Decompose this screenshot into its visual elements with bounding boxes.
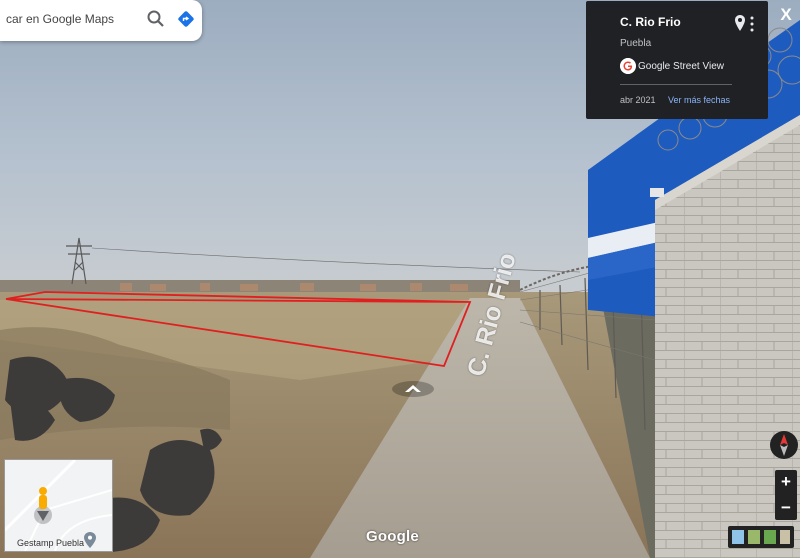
compass-icon[interactable] [769, 424, 799, 466]
minimap-place-label: Gestamp Puebla [17, 538, 85, 548]
divider [620, 84, 732, 85]
close-button[interactable]: X [776, 4, 796, 26]
capture-date: abr 2021 [620, 95, 656, 105]
directions-icon[interactable] [176, 9, 196, 29]
location-subtitle: Puebla [620, 38, 652, 49]
location-info-card: C. Rio Frio Puebla Google Street View ab… [586, 1, 768, 119]
navigation-arrow-icon[interactable] [391, 380, 435, 398]
imagery-thumbnails[interactable] [728, 526, 794, 548]
search-box[interactable]: car en Google Maps [0, 0, 202, 41]
more-vert-icon[interactable] [749, 16, 755, 32]
search-icon[interactable] [146, 9, 166, 29]
security-camera [650, 188, 664, 197]
service-name: Google Street View [638, 61, 724, 72]
zoom-control: + − [775, 470, 797, 520]
search-input[interactable]: car en Google Maps [6, 12, 114, 26]
location-pin-icon[interactable] [735, 15, 745, 31]
more-dates-link[interactable]: Ver más fechas [668, 95, 730, 105]
pegman-icon[interactable] [29, 485, 59, 525]
location-title: C. Rio Frio [620, 15, 681, 29]
google-logo-icon [620, 58, 636, 74]
zoom-out-button[interactable]: − [775, 496, 797, 520]
google-wordmark: Google [366, 528, 419, 545]
minimap[interactable]: Gestamp Puebla [4, 459, 113, 552]
place-pin-icon[interactable] [84, 532, 96, 548]
thumbnail-icons[interactable] [728, 526, 794, 548]
zoom-in-button[interactable]: + [775, 470, 797, 494]
